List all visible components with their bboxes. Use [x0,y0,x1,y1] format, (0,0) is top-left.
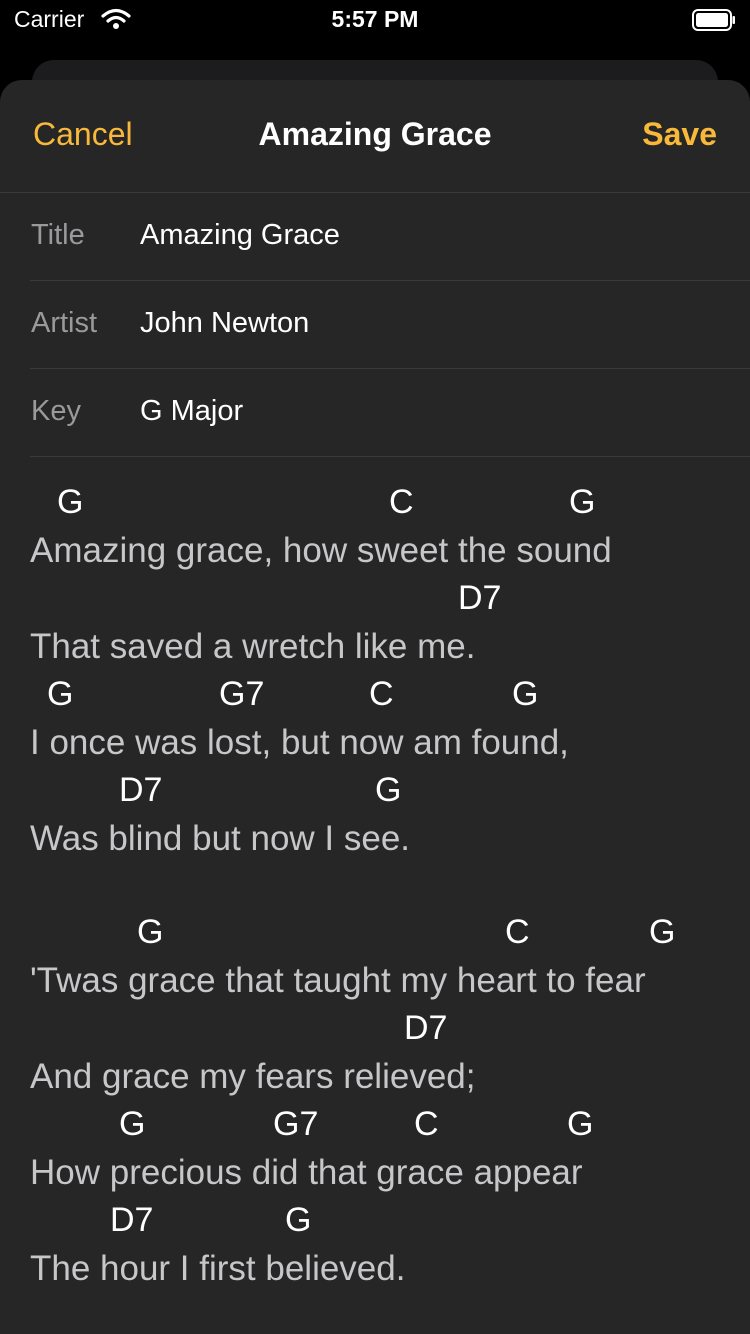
chord: G [649,913,676,951]
chord: C [414,1105,439,1143]
lyric-line: Was blind but now I see. [30,819,411,858]
chord-line: G G7 C G [30,1101,740,1149]
chord: G [285,1201,312,1239]
chord: G7 [219,675,265,713]
status-time: 5:57 PM [331,6,419,32]
edit-song-sheet: Cancel Amazing Grace Save Title Amazing … [0,80,750,1334]
artist-row[interactable]: Artist John Newton [30,281,750,369]
key-field[interactable]: G Major [140,395,243,428]
chord-line: D7 [30,575,740,623]
screen: Carrier 5:57 PM Cancel Amazing Grace Sav… [0,0,750,1334]
page-title: Amazing Grace [258,116,492,152]
title-field[interactable]: Amazing Grace [140,219,340,252]
chord: C [389,483,414,521]
chord: G [375,771,402,809]
lyric-line: 'Twas grace that taught my heart to fear [30,961,646,1000]
lyric-line: How precious did that grace appear [30,1153,583,1192]
chord: C [369,675,394,713]
chord-line: G C G [30,479,740,527]
lyric-line: The hour I first believed. [30,1249,406,1288]
status-bar: Carrier 5:57 PM [0,0,750,40]
chord: C [505,913,530,951]
chord: D7 [404,1009,448,1047]
artist-label: Artist [31,307,98,339]
save-button[interactable]: Save [642,116,717,153]
chord: G [567,1105,594,1143]
title-label: Title [31,219,85,251]
artist-field[interactable]: John Newton [140,307,309,340]
battery-icon [692,9,735,31]
chord: G7 [273,1105,319,1143]
key-row[interactable]: Key G Major [30,369,750,457]
lyric-line: I once was lost, but now am found, [30,723,569,762]
chord: G [57,483,84,521]
chord-line: G C G [30,909,740,957]
key-label: Key [31,395,81,427]
title-row[interactable]: Title Amazing Grace [30,193,750,281]
lyric-line: And grace my fears relieved; [30,1057,476,1096]
chord: D7 [458,579,502,617]
chord-line: D7 G [30,1197,740,1245]
chord: D7 [110,1201,154,1239]
navigation-bar: Cancel Amazing Grace Save [0,80,750,193]
chord-line: G G7 C G [30,671,740,719]
chord-line: D7 G [30,767,740,815]
song-details-form: Title Amazing Grace Artist John Newton K… [30,193,750,457]
chord: G [512,675,539,713]
chord: G [137,913,164,951]
stanza-gap [30,863,740,909]
chord: D7 [119,771,163,809]
chord: G [119,1105,146,1143]
lyric-line: That saved a wretch like me. [30,627,476,666]
chord: G [569,483,596,521]
chord-line: D7 [30,1005,740,1053]
lyrics-editor[interactable]: G C G Amazing grace, how sweet the sound… [30,479,740,1293]
lyric-line: Amazing grace, how sweet the sound [30,531,612,570]
chord: G [47,675,74,713]
